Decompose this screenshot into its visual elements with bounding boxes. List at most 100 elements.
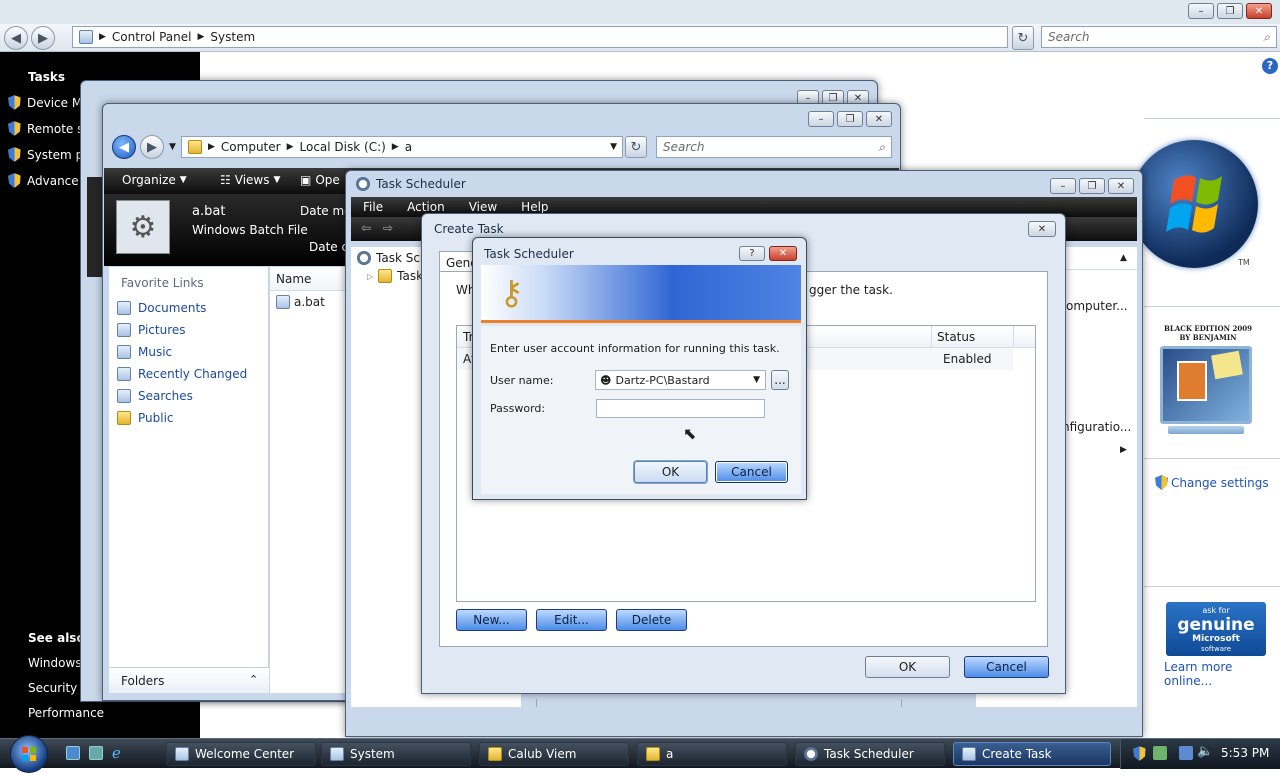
nav-link-music[interactable]: Music (117, 345, 172, 359)
open-button[interactable]: ▣ Ope (300, 173, 340, 187)
cancel-button[interactable]: Cancel (964, 656, 1049, 678)
address-dropdown-icon[interactable]: ▼ (610, 142, 617, 152)
taskbar-item-task-scheduler[interactable]: Task Scheduler (795, 742, 945, 766)
nav-link-label[interactable]: Pictures (138, 323, 186, 337)
views-button[interactable]: ☷ Views ▼ (220, 173, 280, 187)
maximize-button[interactable]: ❐ (1217, 3, 1243, 19)
nav-link-label[interactable]: Public (138, 411, 174, 425)
internet-explorer-icon[interactable]: ℯ (112, 744, 121, 762)
browse-user-button[interactable]: ... (771, 370, 789, 390)
taskbar-item-calub-viem[interactable]: Calub Viem (479, 742, 629, 766)
nav-link-label[interactable]: Documents (138, 301, 206, 315)
back-arrow-icon[interactable]: ⇦ (361, 221, 371, 235)
breadcrumb-item[interactable]: Control Panel (112, 30, 192, 44)
tree-library[interactable]: ▷ Task (367, 269, 423, 283)
task-link[interactable]: Remote s (8, 121, 83, 136)
delete-trigger-button[interactable]: Delete (616, 609, 687, 631)
see-also-link[interactable]: Windows (28, 656, 82, 670)
explorer-search-input[interactable]: Search ⌕ (656, 136, 892, 158)
nav-link-public[interactable]: Public (117, 411, 174, 425)
task-label[interactable]: Remote s (27, 122, 83, 136)
explorer-breadcrumb[interactable]: ▶ Computer ▶ Local Disk (C:) ▶ a ▼ (181, 136, 623, 158)
help-icon[interactable]: ? (1262, 58, 1278, 74)
chevron-down-icon[interactable]: ▼ (753, 375, 760, 385)
close-button[interactable]: ✕ (1028, 221, 1056, 237)
nav-link-label[interactable]: Recently Changed (138, 367, 247, 381)
breadcrumb-item[interactable]: a (405, 140, 412, 154)
refresh-button[interactable]: ↻ (1012, 26, 1034, 50)
genuine-microsoft-badge[interactable]: ask for genuine Microsoft software (1166, 602, 1266, 656)
nav-link-recently-changed[interactable]: Recently Changed (117, 367, 247, 381)
breadcrumb-item[interactable]: Local Disk (C:) (300, 140, 386, 154)
security-shield-icon[interactable] (1133, 746, 1146, 761)
collapse-icon[interactable]: ▲ (1120, 253, 1127, 263)
minimize-button[interactable]: – (1050, 178, 1076, 194)
task-label[interactable]: System pr (27, 148, 88, 162)
file-name[interactable]: a.bat (294, 295, 325, 309)
back-button[interactable]: ◀ (112, 135, 136, 159)
close-button[interactable]: ✕ (1246, 3, 1272, 19)
switch-windows-icon[interactable] (89, 746, 103, 760)
change-settings-label[interactable]: Change settings (1171, 476, 1269, 490)
nav-link-label[interactable]: Searches (138, 389, 193, 403)
column-header-name[interactable]: Name (276, 272, 311, 286)
cancel-button[interactable]: Cancel (715, 461, 788, 483)
username-field[interactable]: ☻ Dartz-PC\Bastard ▼ (595, 370, 766, 390)
task-link[interactable]: Device Ma (8, 95, 90, 110)
start-button[interactable] (10, 735, 48, 773)
back-button[interactable]: ◀ (4, 26, 28, 50)
control-panel-search-input[interactable]: Search ⌕ (1041, 26, 1277, 48)
menu-view[interactable]: View (469, 200, 497, 214)
help-button[interactable]: ? (739, 246, 765, 261)
nav-link-documents[interactable]: Documents (117, 301, 206, 315)
organize-button[interactable]: Organize ▼ (122, 173, 187, 187)
close-button[interactable]: ✕ (866, 111, 892, 127)
menu-action[interactable]: Action (407, 200, 445, 214)
tree-root[interactable]: Task Sch (357, 251, 428, 265)
show-desktop-icon[interactable] (66, 746, 80, 760)
column-header-status[interactable]: Status (937, 330, 975, 344)
taskbar-item-create-task[interactable]: Create Task (953, 742, 1111, 766)
new-trigger-button[interactable]: New... (456, 609, 527, 631)
nav-link-pictures[interactable]: Pictures (117, 323, 186, 337)
forward-button[interactable]: ▶ (31, 26, 55, 50)
minimize-button[interactable]: – (808, 111, 834, 127)
nav-link-label[interactable]: Music (138, 345, 172, 359)
clock[interactable]: 5:53 PM (1221, 746, 1269, 760)
tree-label[interactable]: Task (397, 269, 423, 283)
volume-icon[interactable]: 🔈 (1197, 744, 1213, 759)
action-item[interactable]: omputer... (1066, 299, 1128, 313)
task-link[interactable]: Advance (8, 173, 79, 188)
tree-label[interactable]: Task Sch (376, 251, 428, 265)
taskbar-item-system[interactable]: System (321, 742, 471, 766)
breadcrumb-item[interactable]: System (210, 30, 255, 44)
task-link[interactable]: System pr (8, 147, 88, 162)
recent-pages-dropdown[interactable]: ▼ (169, 142, 176, 152)
file-row[interactable]: a.bat (276, 295, 325, 309)
learn-more-link[interactable]: Learn more online... (1164, 660, 1280, 688)
ok-button[interactable]: OK (865, 656, 950, 678)
taskbar-item-welcome-center[interactable]: Welcome Center (166, 742, 316, 766)
change-settings-link[interactable]: Change settings (1155, 475, 1269, 490)
menu-help[interactable]: Help (521, 200, 548, 214)
folders-bar[interactable]: Folders ⌃ (109, 667, 269, 693)
edit-trigger-button[interactable]: Edit... (536, 609, 607, 631)
maximize-button[interactable]: ❐ (837, 111, 863, 127)
network-icon[interactable] (1153, 746, 1167, 760)
nav-link-searches[interactable]: Searches (117, 389, 193, 403)
taskbar-item-a[interactable]: a (637, 742, 787, 766)
forward-arrow-icon[interactable]: ⇨ (383, 221, 393, 235)
close-button[interactable]: ✕ (1108, 178, 1134, 194)
control-panel-breadcrumb[interactable]: ▶ Control Panel ▶ System (72, 26, 1008, 48)
close-button[interactable]: ✕ (769, 246, 797, 261)
refresh-button[interactable]: ↻ (625, 136, 647, 158)
see-also-link[interactable]: Performance (28, 706, 104, 720)
task-label[interactable]: Advance (27, 174, 79, 188)
submenu-arrow-icon[interactable]: ▶ (1120, 445, 1127, 455)
menu-file[interactable]: File (363, 200, 383, 214)
forward-button[interactable]: ▶ (140, 135, 164, 159)
action-item[interactable]: nfiguratio... (1062, 420, 1131, 434)
ok-button[interactable]: OK (634, 461, 707, 483)
monitor-icon[interactable] (1179, 746, 1193, 760)
minimize-button[interactable]: – (1188, 3, 1214, 19)
